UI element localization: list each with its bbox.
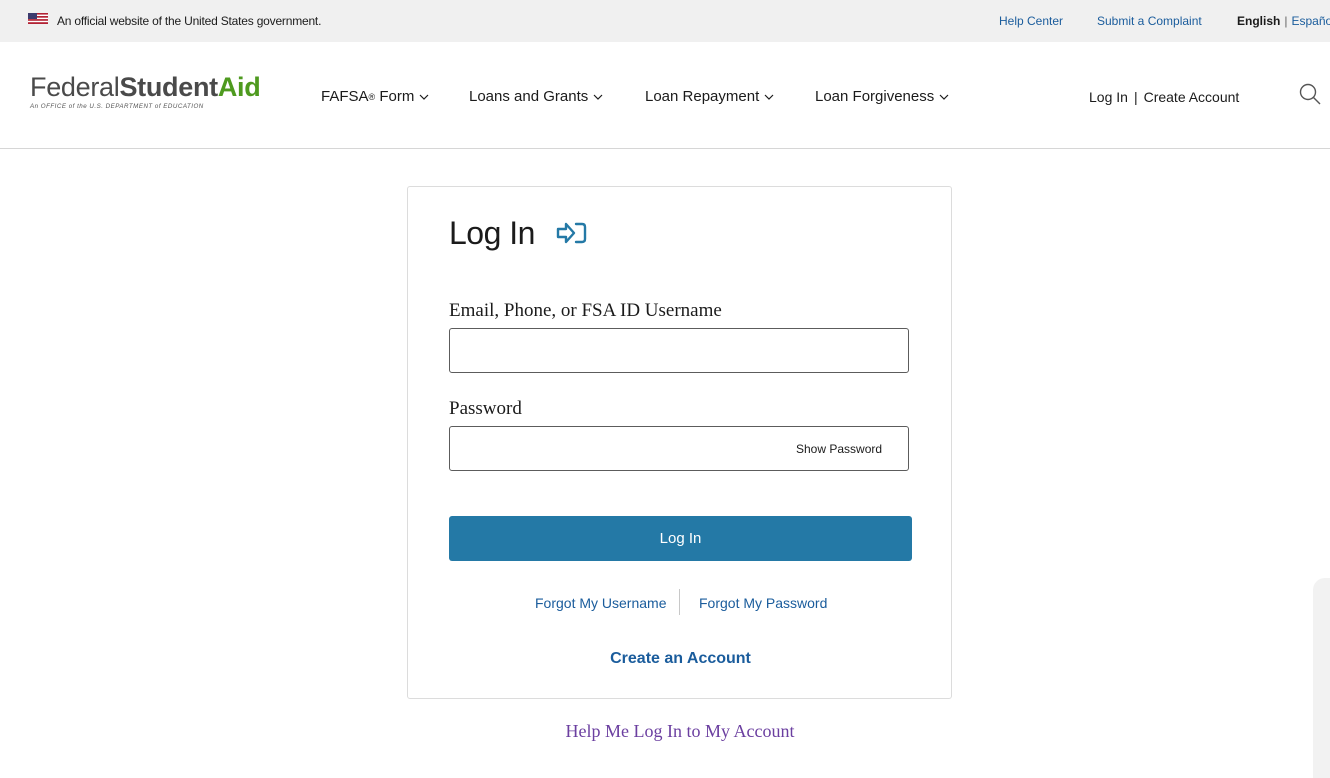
search-icon[interactable] — [1296, 80, 1324, 108]
nav-loan-repayment[interactable]: Loan Repayment — [645, 88, 775, 105]
login-title: Log In — [449, 215, 535, 251]
logo-aid: Aid — [217, 72, 261, 102]
nav-fafsa-form[interactable]: FAFSA ® Form — [321, 88, 430, 105]
language-separator: | — [1284, 14, 1288, 28]
language-english-link[interactable]: English — [1237, 14, 1280, 28]
logo-federal: Federal — [30, 72, 120, 102]
forgot-username-link[interactable]: Forgot My Username — [535, 595, 666, 611]
header-create-account-link[interactable]: Create Account — [1144, 89, 1240, 105]
us-flag-icon — [28, 13, 48, 24]
username-input[interactable] — [449, 328, 909, 373]
link-divider — [679, 589, 680, 615]
nav-fafsa-suffix: Form — [375, 88, 415, 105]
chevron-down-icon — [764, 94, 774, 100]
official-site-text: An official website of the United States… — [57, 14, 322, 28]
account-links: Log In | Create Account — [1089, 89, 1239, 105]
login-arrow-icon — [556, 222, 587, 244]
password-label: Password — [449, 398, 522, 419]
side-panel-tab[interactable] — [1313, 578, 1330, 778]
help-login-link[interactable]: Help Me Log In to My Account — [0, 721, 1330, 742]
nav-fafsa-label: FAFSA — [321, 88, 369, 105]
username-label: Email, Phone, or FSA ID Username — [449, 300, 722, 321]
language-spanish-link[interactable]: Español — [1291, 14, 1330, 28]
help-center-link[interactable]: Help Center — [999, 14, 1063, 28]
show-password-button[interactable]: Show Password — [796, 442, 882, 456]
header-login-link[interactable]: Log In — [1089, 89, 1128, 105]
nav-loans-and-grants[interactable]: Loans and Grants — [469, 88, 604, 105]
nav-loan-forgiveness[interactable]: Loan Forgiveness — [815, 88, 950, 105]
login-card: Log In Email, Phone, or FSA ID Username … — [407, 186, 952, 699]
account-separator: | — [1133, 89, 1138, 105]
gov-banner: An official website of the United States… — [0, 0, 1330, 42]
login-button[interactable]: Log In — [449, 516, 912, 561]
chevron-down-icon — [939, 94, 949, 100]
logo-student: Student — [119, 72, 218, 102]
nav-forgiveness-label: Loan Forgiveness — [815, 88, 935, 105]
language-switcher: English |Español — [1237, 14, 1330, 28]
create-account-link[interactable]: Create an Account — [408, 650, 953, 668]
site-header: FederalStudentAid An OFFICE of the U.S. … — [0, 42, 1330, 149]
fsa-logo[interactable]: FederalStudentAid An OFFICE of the U.S. … — [30, 72, 261, 110]
registered-mark: ® — [368, 91, 376, 102]
submit-complaint-link[interactable]: Submit a Complaint — [1097, 14, 1202, 28]
chevron-down-icon — [593, 94, 603, 100]
forgot-password-link[interactable]: Forgot My Password — [699, 595, 827, 611]
logo-tagline: An OFFICE of the U.S. DEPARTMENT of EDUC… — [30, 103, 204, 110]
nav-repayment-label: Loan Repayment — [645, 88, 760, 105]
chevron-down-icon — [419, 94, 429, 100]
nav-loans-label: Loans and Grants — [469, 88, 589, 105]
